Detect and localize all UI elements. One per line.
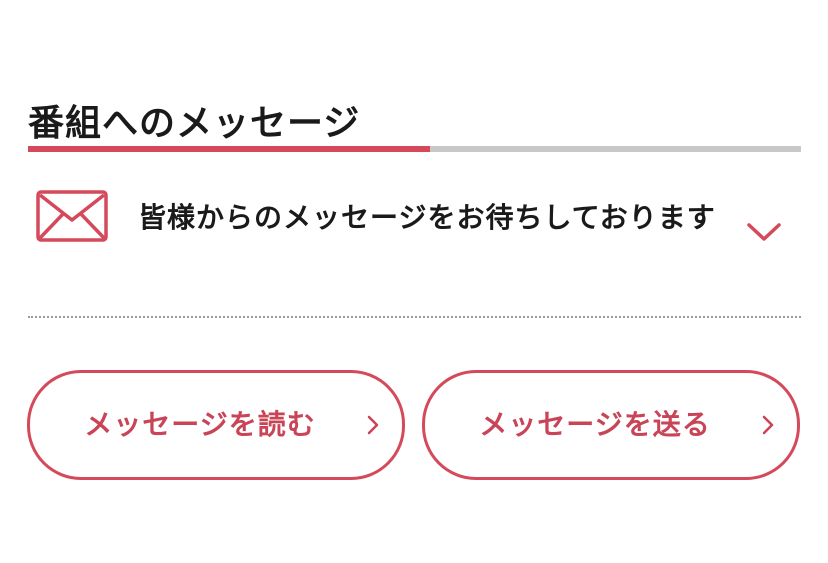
read-messages-button[interactable]: メッセージを読む [27, 370, 405, 480]
chevron-right-icon [367, 415, 379, 435]
send-message-label: メッセージを送る [479, 408, 711, 441]
read-messages-label: メッセージを読む [84, 408, 316, 441]
accordion-text: 皆様からのメッセージをお待ちしております [138, 201, 716, 234]
chevron-down-icon[interactable] [746, 220, 782, 244]
section-title: 番組へのメッセージ [28, 102, 361, 144]
progress-bar-fill [28, 146, 430, 152]
progress-bar [28, 146, 801, 152]
send-message-button[interactable]: メッセージを送る [422, 370, 800, 480]
message-accordion[interactable]: 皆様からのメッセージをお待ちしております [28, 176, 801, 318]
chevron-right-icon [762, 415, 774, 435]
divider [28, 316, 801, 318]
mail-icon [36, 190, 108, 242]
